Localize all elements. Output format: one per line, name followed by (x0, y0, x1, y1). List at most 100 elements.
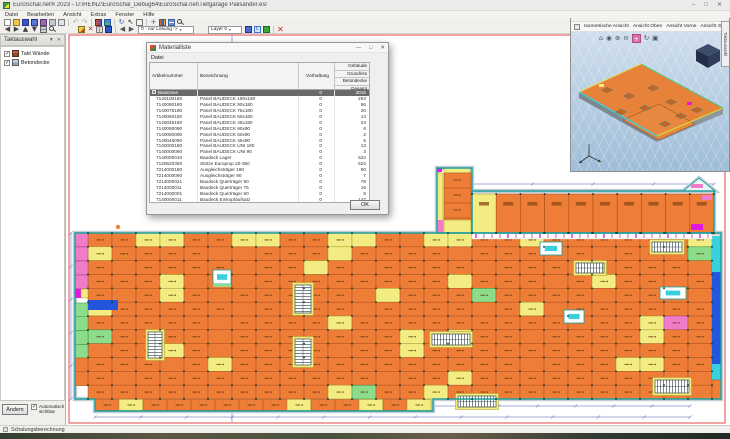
takt-yellow-icon[interactable] (78, 26, 85, 33)
application-window: EuroSchal.net® 2023 - U:\HEINZ\EuroSchal… (0, 0, 730, 439)
takt-tree: ✓ Takt Wände✓Betondecke (0, 46, 65, 401)
material-table-body: Baukrane020167140100180Panel BAUDECK 180… (150, 90, 369, 203)
print-preview-icon[interactable] (58, 19, 65, 26)
viewer-side-tab[interactable]: Taktauswahl (721, 21, 729, 67)
dialog-menubar: Datei (147, 53, 388, 62)
grid-blue-icon[interactable] (168, 19, 175, 26)
zoom-icon[interactable] (177, 19, 184, 26)
statusbar: Schalungsberechnung (0, 425, 730, 433)
copy-icon[interactable] (40, 19, 47, 26)
viewer-grid-icon[interactable] (574, 24, 580, 30)
axis-triad-icon (579, 144, 601, 163)
panel-close-icon[interactable]: ✕ (57, 37, 61, 43)
viewer-menu-ansicht-vorne[interactable]: Ansicht Vorne (666, 24, 696, 29)
col-artikelnummer[interactable]: Artikelnummer (150, 63, 198, 89)
dimension-line (471, 183, 716, 186)
stairwell (146, 330, 165, 361)
viewer-3d-window[interactable]: 3D View2 Isometrische AnsichtAnsicht Obe… (570, 12, 730, 172)
arrow-down-icon[interactable]: ▼ (31, 26, 38, 33)
col-scopes[interactable]: GebäudeGrundrissBetondeckeGesamt (335, 63, 369, 89)
delete-takt-icon[interactable]: ✕ (87, 26, 94, 33)
zoom-out-icon[interactable]: ⊖ (623, 34, 628, 43)
titlebar[interactable]: EuroSchal.net® 2023 - U:\HEINZ\EuroSchal… (0, 0, 730, 11)
checkbox[interactable]: ✓ (4, 60, 10, 66)
grid-plain-icon[interactable] (96, 26, 103, 33)
menu-datei[interactable]: Datei (5, 12, 18, 18)
dialog-close-icon[interactable]: ✕ (380, 45, 385, 51)
redo-icon[interactable]: ↷ (81, 19, 88, 26)
takt-panel-footer: Ändern ✓ Automatisch sichtbar (0, 401, 65, 425)
viewer-canvas[interactable]: ⌂◉⊕⊖ +↻▣ (571, 32, 729, 171)
view-cube-icon (696, 44, 720, 68)
arrow-left-icon[interactable]: ◀ (4, 26, 11, 33)
fit-icon[interactable]: ▣ (652, 34, 658, 43)
pan-icon[interactable]: + (632, 34, 641, 43)
ok-button[interactable]: OK (350, 200, 380, 210)
col-vorhaltung[interactable]: Vorhaltung (299, 63, 335, 89)
stairwell (650, 240, 685, 255)
col-bezeichnung[interactable]: Bezeichnung (198, 63, 299, 89)
zoom-window-icon[interactable] (49, 26, 56, 33)
menu-ansicht[interactable]: Ansicht (63, 12, 81, 18)
grid-color-icon[interactable] (159, 19, 166, 26)
rect-select-icon[interactable] (136, 19, 143, 26)
auto-visible-checkbox[interactable]: ✓ (31, 404, 37, 410)
layer-visible-icon[interactable] (263, 26, 270, 33)
close-view-icon[interactable]: ✕ (277, 26, 284, 33)
viewer-menu-ansicht-oben[interactable]: Ansicht Oben (633, 24, 662, 29)
panel-grid[interactable] (75, 233, 721, 411)
layer-dropdown[interactable]: Layer 0▾ (208, 26, 242, 34)
pan-grid-icon[interactable] (40, 26, 47, 33)
next-solution-icon[interactable]: ▶ (128, 26, 135, 33)
chart-icon[interactable] (104, 19, 111, 26)
print-icon[interactable] (49, 19, 56, 26)
layer-current-icon[interactable]: L (254, 26, 261, 33)
maximize-icon[interactable]: □ (704, 0, 708, 11)
materialliste-dialog[interactable]: Materialliste — □ ✕ Datei Artikelnummer … (146, 42, 389, 215)
stairwell (653, 378, 692, 396)
arrow-right-icon[interactable]: ▶ (13, 26, 20, 33)
takt-panel-header[interactable]: Taktauswahl ▼ ✕ (0, 34, 65, 46)
close-icon[interactable]: ✕ (717, 0, 722, 11)
deck-blue-icon[interactable] (105, 26, 112, 33)
tree-item-takt-w-nde[interactable]: ✓ Takt Wände (1, 49, 64, 58)
upper-wing-panels[interactable] (472, 178, 715, 233)
menu-fenster[interactable]: Fenster (115, 12, 134, 18)
move-cross-icon[interactable]: + (150, 19, 157, 26)
format-brush-icon[interactable] (95, 19, 102, 26)
desktop-strip (0, 433, 730, 439)
dialog-menu-datei[interactable]: Datei (151, 55, 164, 61)
dialog-minimize-icon[interactable]: — (356, 45, 362, 51)
dialog-titlebar[interactable]: Materialliste — □ ✕ (147, 43, 388, 53)
menu-bearbeiten[interactable]: Bearbeiten (27, 12, 54, 18)
undo-icon[interactable]: ↶ (72, 19, 79, 26)
zoom-in-icon[interactable]: ⊕ (615, 34, 620, 43)
prev-solution-icon[interactable]: ◀ (119, 26, 126, 33)
deck-icon (12, 59, 19, 66)
pin-icon[interactable]: ▼ (49, 37, 54, 43)
viewer-menu-isometrische-ansicht[interactable]: Isometrische Ansicht (584, 24, 629, 29)
minimize-icon[interactable]: – (692, 0, 695, 11)
orbit-icon[interactable]: ◉ (606, 34, 612, 43)
scope-label: Gebäude (335, 63, 369, 71)
solution-dropdown[interactable]: 0 - nur Lösung ->▾ (138, 26, 194, 34)
viewer-menubar: Isometrische Ansicht Ansicht Oben Ansicht … (571, 22, 729, 32)
rotate-icon[interactable]: ↻ (644, 34, 649, 43)
layer-blue-icon[interactable] (245, 26, 252, 33)
tree-item-betondecke[interactable]: ✓Betondecke (1, 58, 64, 67)
scope-label: Grundriss (335, 71, 369, 79)
checkbox[interactable]: ✓ (4, 51, 10, 57)
material-table-header: Artikelnummer Bezeichnung Vorhaltung Geb… (150, 63, 369, 90)
dialog-title: Materialliste (159, 45, 348, 51)
material-row[interactable]: 7140000011Baudeck Einkopfaufsatz0147 (150, 197, 369, 203)
dialog-maximize-icon[interactable]: □ (369, 45, 372, 51)
takt-panel: Taktauswahl ▼ ✕ ✓ Takt Wände✓Betondecke Ä… (0, 34, 66, 425)
menu-hilfe[interactable]: Hilfe (143, 12, 154, 18)
home-icon[interactable]: ⌂ (599, 34, 603, 43)
arrow-up-icon[interactable]: ▲ (22, 26, 29, 33)
tree-item-label: Takt Wände (21, 51, 49, 57)
scope-label: Betondecke (335, 78, 369, 86)
menu-extras[interactable]: Extras (90, 12, 106, 18)
status-icon (3, 427, 8, 432)
change-button[interactable]: Ändern (2, 404, 28, 415)
